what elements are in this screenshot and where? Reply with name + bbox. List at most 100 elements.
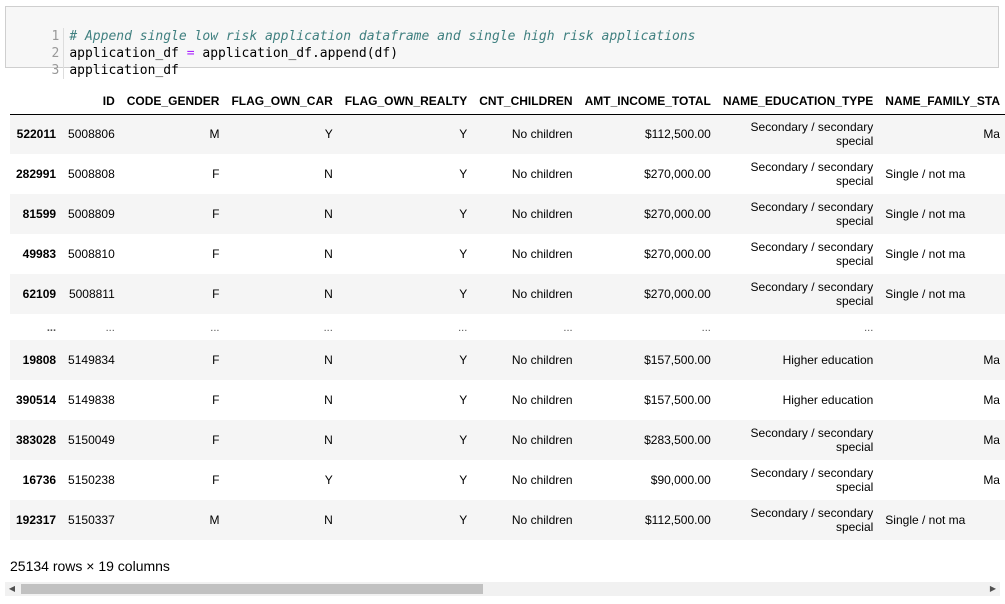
code-line-3: 3 application_df <box>6 45 179 79</box>
table-row: 522011 5008806 M Y Y No children $112,500.00 Se… <box>10 114 1005 154</box>
table-cell: M <box>209 127 220 142</box>
table-cell: ... <box>105 322 115 334</box>
table-cell: 5150049 <box>68 433 115 447</box>
table-row: ........................ <box>10 314 1005 340</box>
table-cell: Y <box>459 127 468 142</box>
table-cell: Secondary / secondary special <box>750 466 874 494</box>
table-cell: Single / not ma <box>885 513 966 527</box>
column-header: FLAG_OWN_CAR <box>225 88 339 115</box>
table-cell: Y <box>459 393 468 407</box>
table-row: 16736 5150238 F Y Y No children $90,000.00 Seco… <box>10 460 1005 500</box>
table-cell: Secondary / secondary special <box>750 426 874 454</box>
scroll-right-icon[interactable]: ▶ <box>986 582 1000 596</box>
table-cell: $270,000.00 <box>644 287 711 301</box>
table-cell: Y <box>459 247 468 261</box>
table-cell: No children <box>511 127 573 142</box>
table-cell: Single / not ma <box>885 167 966 181</box>
table-cell: Y <box>324 473 333 487</box>
row-index: 19808 <box>22 353 57 367</box>
table-cell: Secondary / secondary special <box>750 200 874 228</box>
table-cell: Y <box>459 353 468 367</box>
table-cell: No children <box>511 353 573 367</box>
table-cell: Y <box>459 287 468 301</box>
table-cell: M <box>209 513 220 527</box>
table-cell: 5008806 <box>68 127 115 142</box>
dataframe-shape: 25134 rows × 19 columns <box>10 558 170 574</box>
table-cell: $112,500.00 <box>644 127 711 142</box>
table-cell: Secondary / secondary special <box>750 120 874 149</box>
table-cell: 5008808 <box>68 167 115 181</box>
line-number: 3 <box>51 63 60 78</box>
table-cell: Single / not ma <box>885 287 966 301</box>
table-cell: ... <box>701 322 711 334</box>
table-cell: F <box>212 207 220 221</box>
table-row: 49983 5008810 F N Y No children $270,000.00 Sec… <box>10 234 1005 274</box>
table-cell: Ma <box>983 353 1000 367</box>
table-cell: ... <box>864 322 874 334</box>
scroll-left-icon[interactable]: ◀ <box>5 582 19 596</box>
code-variable: application_df <box>69 63 179 78</box>
table-cell: Y <box>459 433 468 447</box>
row-index: 49983 <box>22 247 57 261</box>
table-cell: Higher education <box>782 393 874 407</box>
table-cell: $283,500.00 <box>644 433 711 447</box>
row-index: 192317 <box>16 513 57 527</box>
column-header: AMT_INCOME_TOTAL <box>578 88 717 115</box>
table-cell: No children <box>511 287 573 301</box>
table-row: 192317 5150337 M N Y No children $112,500.00 Se… <box>10 500 1005 540</box>
row-index: 81599 <box>22 207 57 221</box>
table-cell: Y <box>459 167 468 181</box>
row-index: 282991 <box>16 167 57 181</box>
table-cell: Ma <box>983 127 1000 142</box>
dataframe-table: ID CODE_GENDER FLAG_OWN_CAR FLAG_OWN_REALTY… <box>10 88 1005 540</box>
row-index: 390514 <box>16 393 57 407</box>
table-body: 522011 5008806 M Y Y No children $112,500.00 Se… <box>10 114 1005 540</box>
index-header <box>10 88 63 115</box>
table-cell: 5008810 <box>68 247 115 261</box>
table-cell: Y <box>459 513 468 527</box>
code-expression: application_df.append(df) <box>202 46 399 61</box>
table-cell <box>879 314 1005 340</box>
table-cell: Higher education <box>782 353 874 367</box>
row-index: 522011 <box>16 127 57 142</box>
table-cell: ... <box>563 322 573 334</box>
table-cell: N <box>324 393 333 407</box>
table-cell: F <box>212 433 220 447</box>
table-cell: N <box>324 207 333 221</box>
column-header: CNT_CHILDREN <box>473 88 579 115</box>
table-cell: ... <box>323 322 333 334</box>
code-cell[interactable]: 1 # Append single low risk application da… <box>5 6 999 79</box>
column-header: ID <box>62 88 121 115</box>
table-row: 383028 5150049 F N Y No children $283,500.00 Se… <box>10 420 1005 460</box>
table-cell: No children <box>511 207 573 221</box>
table-cell: $270,000.00 <box>644 167 711 181</box>
table-cell: Single / not ma <box>885 207 966 221</box>
table-cell: $90,000.00 <box>650 473 711 487</box>
table-cell: $157,500.00 <box>644 353 711 367</box>
table-cell: N <box>324 353 333 367</box>
table-cell: No children <box>511 247 573 261</box>
table-cell: Secondary / secondary special <box>750 240 874 268</box>
row-index: 16736 <box>22 473 57 487</box>
code-line-1: 1 # Append single low risk application da… <box>6 11 695 45</box>
table-cell: $270,000.00 <box>644 247 711 261</box>
code-operator: = <box>186 46 195 61</box>
row-index: 62109 <box>22 287 57 301</box>
table-cell: F <box>212 167 220 181</box>
table-row: 19808 5149834 F N Y No children $157,500.00 Hig… <box>10 340 1005 380</box>
table-cell: Ma <box>983 433 1000 447</box>
table-cell: $112,500.00 <box>644 513 711 527</box>
table-cell: No children <box>511 393 573 407</box>
table-cell: $157,500.00 <box>644 393 711 407</box>
column-header: FLAG_OWN_REALTY <box>338 88 474 115</box>
table-cell: Y <box>324 127 333 142</box>
table-cell: Single / not ma <box>885 247 966 261</box>
table-cell: Secondary / secondary special <box>750 280 874 308</box>
horizontal-scrollbar[interactable]: ◀ ▶ <box>5 582 1000 596</box>
dataframe-output: ID CODE_GENDER FLAG_OWN_CAR FLAG_OWN_REALTY… <box>10 88 1005 542</box>
column-header: NAME_EDUCATION_TYPE <box>716 88 880 115</box>
scrollbar-thumb[interactable] <box>21 584 483 594</box>
table-cell: Ma <box>983 393 1000 407</box>
table-cell: N <box>324 513 333 527</box>
table-cell: Secondary / secondary special <box>750 160 874 188</box>
